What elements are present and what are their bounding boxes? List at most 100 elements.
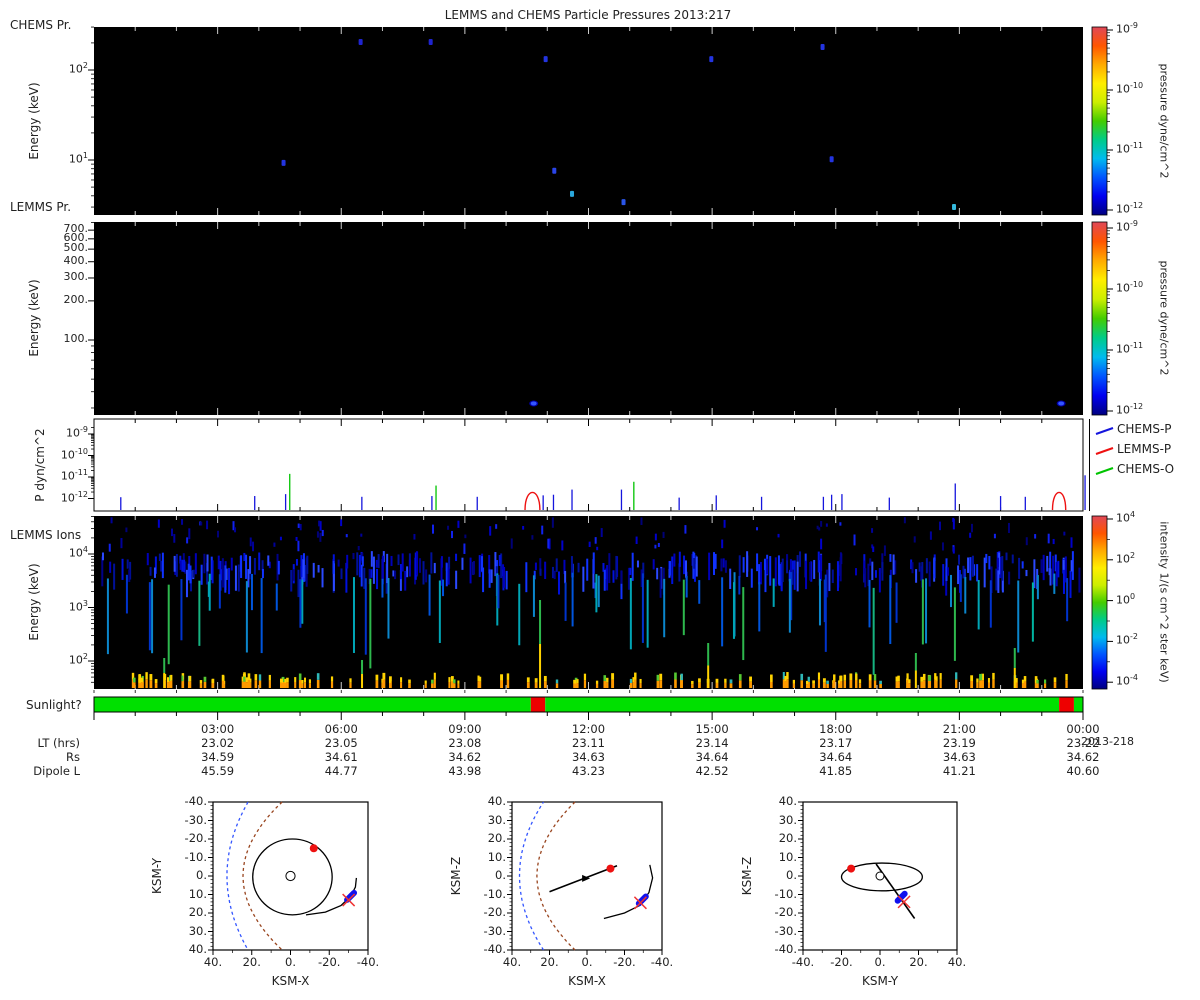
ion-streak — [695, 556, 698, 577]
ion-streak — [125, 527, 128, 533]
orbit-start-dot — [606, 864, 615, 873]
orbit-xtick-label: -40. — [356, 955, 380, 969]
orbit-ytick-label: 20. — [188, 905, 207, 919]
orbit-start-dot — [847, 864, 856, 873]
orbit-ytick-label: 20. — [778, 831, 797, 845]
ephemeris-value: 23.14 — [695, 736, 729, 750]
orbit-yaxis-title: KSM-Z — [449, 856, 463, 896]
colorbar-tick-label: 10-2 — [1116, 632, 1138, 648]
ion-streak — [503, 567, 506, 588]
ion-streak — [872, 546, 875, 553]
panel-lemms-ions — [94, 516, 1083, 689]
orbit-ytick-label: -10. — [483, 886, 506, 901]
ion-streak — [370, 551, 373, 567]
ion-bottom-bar — [145, 679, 148, 688]
ion-streak — [404, 570, 407, 591]
ion-streak — [668, 561, 671, 576]
ion-streak — [781, 558, 784, 583]
ion-streak — [864, 568, 867, 588]
colorbar-tick-label: 10-10 — [1116, 81, 1144, 96]
pressure-tick-label: 10-11 — [60, 468, 88, 483]
time-tick-label: 15:00 — [695, 722, 729, 736]
ion-bottom-bar — [822, 682, 826, 688]
ion-bottom-bar — [680, 680, 683, 688]
ion-streak — [929, 531, 932, 540]
ion-streak — [824, 574, 827, 652]
ion-streak — [208, 573, 211, 611]
ion-streak — [179, 560, 182, 570]
ion-streak — [791, 560, 794, 570]
chems-pressure-pixel — [621, 199, 626, 206]
ion-streak — [597, 575, 600, 608]
ion-streak — [376, 568, 379, 590]
ion-streak — [967, 557, 970, 573]
ion-streak — [763, 558, 766, 571]
ion-bottom-bar — [908, 683, 911, 688]
ion-streak — [290, 570, 293, 592]
ion-streak — [299, 579, 302, 628]
ion-streak — [723, 519, 726, 528]
ion-bottom-bar — [849, 679, 853, 688]
colorbar-tick-label: 10-11 — [1116, 141, 1144, 156]
ion-bottom-bar — [749, 681, 752, 688]
colorbar-tick-label: 10-9 — [1116, 21, 1138, 36]
ion-streak — [620, 570, 623, 584]
orbit-plot-orbit_yz — [798, 801, 958, 955]
ion-streak — [656, 567, 659, 580]
ion-streak — [445, 563, 448, 587]
ion-bottom-bar — [576, 683, 579, 688]
orbit-ytick-label: -40. — [184, 794, 207, 808]
ion-streak — [297, 540, 300, 552]
ion-streak — [1034, 534, 1037, 539]
colorbar-2 — [1091, 221, 1108, 416]
ion-streak — [253, 557, 256, 575]
ion-streak — [641, 573, 644, 643]
ion-streak — [957, 565, 960, 585]
ion-bottom-bar — [879, 684, 882, 688]
ion-streak — [360, 533, 363, 537]
ion-streak — [279, 536, 282, 541]
ion-bottom-bar — [634, 679, 637, 688]
ion-streak — [881, 562, 884, 581]
page-title: LEMMS and CHEMS Particle Pressures 2013:… — [444, 8, 732, 22]
ion-streak — [428, 574, 431, 616]
ion-streak — [387, 578, 390, 639]
ephemeris-value: 34.62 — [1066, 750, 1100, 764]
ion-streak — [194, 553, 197, 575]
ion-bottom-bar — [639, 683, 642, 688]
ion-streak — [786, 554, 789, 561]
ion-streak — [340, 519, 343, 527]
ion-streak — [534, 562, 537, 571]
ion-streak — [261, 560, 264, 571]
ion-streak — [756, 553, 759, 572]
ion-streak — [1055, 562, 1058, 587]
saturn-marker — [875, 871, 885, 881]
ion-streak — [180, 579, 183, 641]
orbit-ytick-label: 40. — [487, 794, 506, 808]
ion-bottom-bar — [154, 683, 158, 688]
ion-streak — [200, 521, 203, 526]
panel-chems-pr — [94, 27, 1083, 215]
ion-bottom-bar — [526, 682, 530, 688]
panel-label-lemms-ions: LEMMS Ions — [10, 528, 82, 542]
energy-tick-label: 300. — [63, 269, 89, 283]
ion-streak — [657, 542, 660, 547]
ephemeris-row-label: Dipole L — [33, 764, 80, 778]
time-tick-label: 12:00 — [571, 722, 606, 736]
ion-streak — [425, 569, 428, 583]
ion-bottom-bar — [286, 682, 289, 688]
ion-streak — [222, 568, 225, 588]
ion-streak — [928, 561, 931, 587]
ion-streak — [260, 578, 263, 654]
colorbar-tick-label: 10-10 — [1116, 280, 1144, 295]
ion-streak — [419, 558, 422, 573]
ion-bottom-bar — [738, 680, 742, 688]
ion-streak — [874, 570, 877, 578]
ion-streak — [381, 578, 384, 598]
ion-streak — [777, 533, 780, 538]
ion-streak — [855, 568, 858, 576]
ion-streak — [126, 559, 129, 569]
ion-bottom-bar — [792, 683, 795, 688]
axis-title-energy-2: Energy (keV) — [27, 279, 41, 357]
orbit-ytick-label: 10. — [188, 886, 207, 901]
